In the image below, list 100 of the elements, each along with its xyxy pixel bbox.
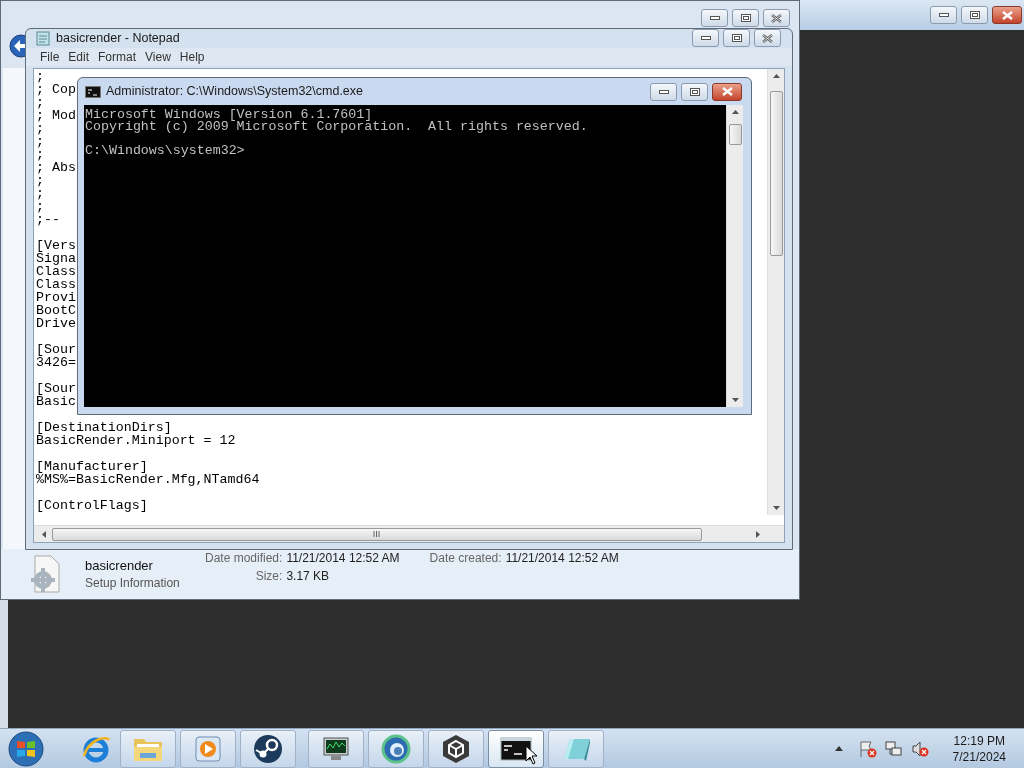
console-line: Copyright (c) 2009 Microsoft Corporation. All rights reserved. <box>85 121 588 133</box>
round-logo-icon <box>253 733 283 764</box>
scroll-thumb[interactable] <box>52 527 702 541</box>
text-line: ; <box>36 199 44 213</box>
taskbar-button[interactable] <box>308 729 364 768</box>
down-arrow-icon <box>773 505 780 510</box>
close-button[interactable] <box>712 82 742 101</box>
maximize-icon <box>969 11 980 19</box>
text-line: [Vers <box>36 238 76 252</box>
maximize-button[interactable] <box>723 29 750 48</box>
monitor-icon <box>321 734 351 763</box>
text-line: Signa <box>36 251 76 265</box>
text-line: ; <box>36 147 44 161</box>
flag-icon[interactable] <box>858 739 877 758</box>
text-line: [DestinationDirs] <box>36 420 172 434</box>
notepad-icon <box>36 30 50 47</box>
text-line: Provi <box>36 290 76 304</box>
down-arrow-icon <box>732 398 739 402</box>
field-label: Size: <box>254 569 283 584</box>
network-icon[interactable] <box>884 739 903 758</box>
left-arrow-icon <box>42 530 46 538</box>
text-line: ; <box>36 186 44 200</box>
maximize-button[interactable] <box>732 9 759 27</box>
window-title: basicrender - Notepad <box>56 30 181 47</box>
right-arrow-icon <box>756 530 760 538</box>
terminal-icon <box>85 85 101 98</box>
maximize-icon <box>731 34 742 43</box>
field-value: 11/21/2014 12:52 AM <box>505 551 619 567</box>
caret-up-icon[interactable] <box>834 746 843 751</box>
text-line: [Manufacturer] <box>36 459 148 473</box>
text-line: ; <box>36 173 44 187</box>
terminal-icon <box>500 736 532 761</box>
text-line: Drive <box>36 316 76 330</box>
close-button[interactable] <box>763 9 790 27</box>
minimize-icon <box>709 16 720 20</box>
console-line: C:\Windows\system32> <box>85 145 245 157</box>
text-line: [ControlFlags] <box>36 498 148 512</box>
menu-item[interactable]: Format <box>95 47 140 66</box>
up-arrow-icon <box>732 110 739 114</box>
minimize-icon <box>700 36 711 41</box>
grip-icon <box>373 531 381 538</box>
speaker-icon[interactable] <box>910 739 929 758</box>
vertical-scrollbar[interactable] <box>767 68 784 515</box>
menu-item[interactable]: Help <box>176 47 208 66</box>
text-line: %MS%=BasicRender.Mfg,NTamd64 <box>36 472 260 486</box>
close-button[interactable] <box>992 6 1022 24</box>
taskbar-button[interactable] <box>428 729 484 768</box>
window-title: Administrator: C:\Windows\System32\cmd.exe <box>106 83 365 101</box>
field-label: Date created: <box>429 551 502 567</box>
text-line: 3426= <box>36 355 76 369</box>
close-icon <box>771 13 782 23</box>
minimize-button[interactable] <box>650 82 677 101</box>
minimize-button[interactable] <box>930 6 957 24</box>
cube-icon <box>442 733 470 764</box>
text-line: Class <box>36 277 76 291</box>
menu-item[interactable]: Edit <box>65 47 93 66</box>
horizontal-scrollbar[interactable] <box>34 524 784 542</box>
maximize-icon <box>689 87 700 96</box>
text-line: ; <box>36 95 44 109</box>
play-icon <box>195 735 221 762</box>
close-icon <box>762 33 773 43</box>
cursor-icon <box>525 745 538 765</box>
text-line: Class <box>36 264 76 278</box>
close-button[interactable] <box>754 29 781 48</box>
close-icon <box>721 87 733 96</box>
scroll-thumb[interactable] <box>770 90 783 256</box>
field-value: 3.17 KB <box>286 569 331 584</box>
text-line: ; <box>36 134 44 148</box>
menu-item[interactable]: View <box>142 47 174 66</box>
maximize-button[interactable] <box>681 82 708 101</box>
text-line: ; <box>36 121 44 135</box>
up-arrow-icon <box>773 73 780 78</box>
taskbar-button[interactable] <box>488 729 544 768</box>
menu-item[interactable]: File <box>37 47 63 66</box>
minimize-icon <box>658 89 669 94</box>
text-line: ; <box>36 69 44 83</box>
text-line: ; Abs <box>36 160 76 174</box>
file-name: basicrender <box>85 557 154 573</box>
text-line: BasicRender.Miniport = 12 <box>36 433 236 447</box>
clock-time: 12:19 PM <box>953 732 1005 749</box>
vertical-scrollbar[interactable] <box>726 105 743 407</box>
text-line: ; Mod <box>36 108 76 122</box>
scroll-thumb[interactable] <box>729 124 742 145</box>
text-line: ; Cop <box>36 82 76 96</box>
text-line: BootC <box>36 303 76 317</box>
maximize-icon <box>740 14 751 22</box>
minimize-button[interactable] <box>692 29 719 48</box>
field-label: Date modified: <box>205 551 283 566</box>
orb-icon <box>381 733 411 764</box>
console-line: Microsoft Windows [Version 6.1.7601] <box>85 109 373 121</box>
taskbar-button[interactable] <box>240 729 296 768</box>
minimize-icon <box>938 13 949 17</box>
text-line: Basic <box>36 394 76 408</box>
text-line: [Sour <box>36 381 76 395</box>
minimize-button[interactable] <box>701 9 728 27</box>
text-line: [Sour <box>36 342 76 356</box>
close-icon <box>1001 10 1013 20</box>
maximize-button[interactable] <box>961 6 988 24</box>
start-icon[interactable] <box>6 729 46 768</box>
clock-date: 7/21/2024 <box>952 748 1006 765</box>
